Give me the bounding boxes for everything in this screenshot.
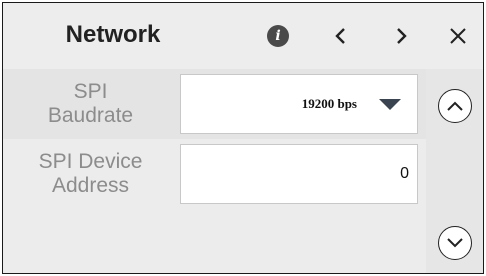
dialog-header: Network i <box>3 3 483 69</box>
next-button[interactable] <box>387 21 417 51</box>
label-line: Baudrate <box>47 104 134 127</box>
previous-button[interactable] <box>325 21 355 51</box>
label-line: Address <box>51 174 130 197</box>
spi-baudrate-select[interactable]: 19200 bps <box>180 74 418 134</box>
info-button[interactable]: i <box>263 21 293 51</box>
input-value: 0 <box>400 165 409 182</box>
close-button[interactable] <box>443 21 473 51</box>
label-line: SPI Device <box>38 150 143 173</box>
info-icon: i <box>267 25 289 47</box>
setting-label: SPI Baudrate <box>3 69 178 139</box>
chevron-up-icon <box>447 101 463 111</box>
setting-row-spi-baudrate: SPI Baudrate 19200 bps <box>3 69 426 139</box>
label-line: SPI <box>73 80 108 103</box>
chevron-down-icon <box>447 238 463 248</box>
setting-row-spi-device-address: SPI Device Address 0 <box>3 139 426 209</box>
scroll-panel <box>426 69 483 273</box>
settings-list: SPI Baudrate 19200 bps SPI Device Addres… <box>3 69 426 273</box>
close-icon <box>450 28 466 44</box>
chevron-right-icon <box>397 28 407 44</box>
chevron-left-icon <box>335 28 345 44</box>
scroll-up-button[interactable] <box>438 89 472 123</box>
dropdown-arrow-icon <box>379 99 401 110</box>
page-title: Network <box>65 21 161 48</box>
network-dialog: Network i SPI Baudrate 19200 bps SPI Dev… <box>2 2 484 274</box>
spi-device-address-input[interactable]: 0 <box>180 144 418 204</box>
scroll-down-button[interactable] <box>438 226 472 260</box>
setting-label: SPI Device Address <box>3 139 178 209</box>
select-value: 19200 bps <box>301 96 357 111</box>
